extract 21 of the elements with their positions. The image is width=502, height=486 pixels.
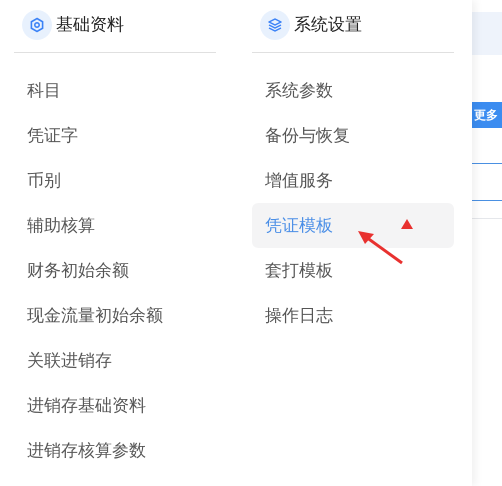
header-bar — [472, 12, 502, 55]
menu-item[interactable]: 关联进销存 — [14, 338, 216, 383]
menu-item[interactable]: 增值服务 — [252, 158, 454, 203]
arrow-icon — [356, 229, 404, 265]
menu-item[interactable]: 系统参数 — [252, 68, 454, 113]
menu-item[interactable]: 财务初始余额 — [14, 248, 216, 293]
menu-item[interactable]: 操作日志 — [252, 293, 454, 338]
hexagon-icon — [29, 17, 45, 33]
menu-item[interactable]: 套打模板 — [252, 248, 454, 293]
triangle-icon — [401, 219, 413, 229]
menu-item[interactable]: 辅助核算 — [14, 203, 216, 248]
menu-item[interactable]: 科目 — [14, 68, 216, 113]
menu-item[interactable]: 凭证字 — [14, 113, 216, 158]
menu-item[interactable]: 备份与恢复 — [252, 113, 454, 158]
section-title: 系统设置 — [294, 14, 362, 36]
menu-item[interactable]: 现金流量初始余额 — [14, 293, 216, 338]
menu-item[interactable]: 币别 — [14, 158, 216, 203]
section-title: 基础资料 — [56, 14, 124, 36]
layers-icon — [267, 17, 283, 33]
menu-item[interactable]: 进销存基础资料 — [14, 383, 216, 428]
menu-item[interactable]: 进销存核算参数 — [14, 428, 216, 473]
